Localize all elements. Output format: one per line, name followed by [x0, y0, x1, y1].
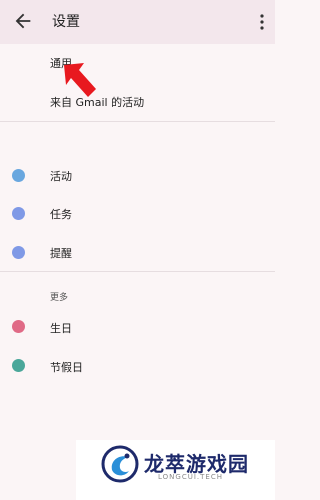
watermark-logo-icon	[101, 445, 139, 483]
red-pointer-arrow-icon	[64, 63, 96, 97]
watermark-subtitle: LONGCUI.TECH	[158, 473, 223, 481]
calendar-color-dot-tasks	[12, 207, 25, 220]
calendar-color-dot-holidays	[12, 359, 25, 372]
calendar-color-dot-reminders	[12, 246, 25, 259]
calendar-item-tasks[interactable]: 任务	[50, 206, 72, 222]
calendar-item-events[interactable]: 活动	[50, 168, 72, 184]
calendar-item-reminders[interactable]: 提醒	[50, 245, 72, 261]
divider	[0, 271, 275, 272]
calendar-color-dot-birthdays	[12, 320, 25, 333]
calendar-color-dot-events	[12, 169, 25, 182]
calendar-item-birthdays[interactable]: 生日	[50, 320, 72, 336]
watermark: 龙萃游戏园 LONGCUI.TECH	[76, 440, 275, 500]
arrow-back-icon[interactable]	[12, 10, 34, 32]
more-vert-icon[interactable]	[259, 12, 265, 32]
page-title: 设置	[52, 14, 80, 30]
section-header-more: 更多	[50, 293, 69, 303]
divider	[0, 121, 275, 122]
app-bar: 设置	[0, 0, 275, 44]
calendar-item-holidays[interactable]: 节假日	[50, 359, 83, 375]
